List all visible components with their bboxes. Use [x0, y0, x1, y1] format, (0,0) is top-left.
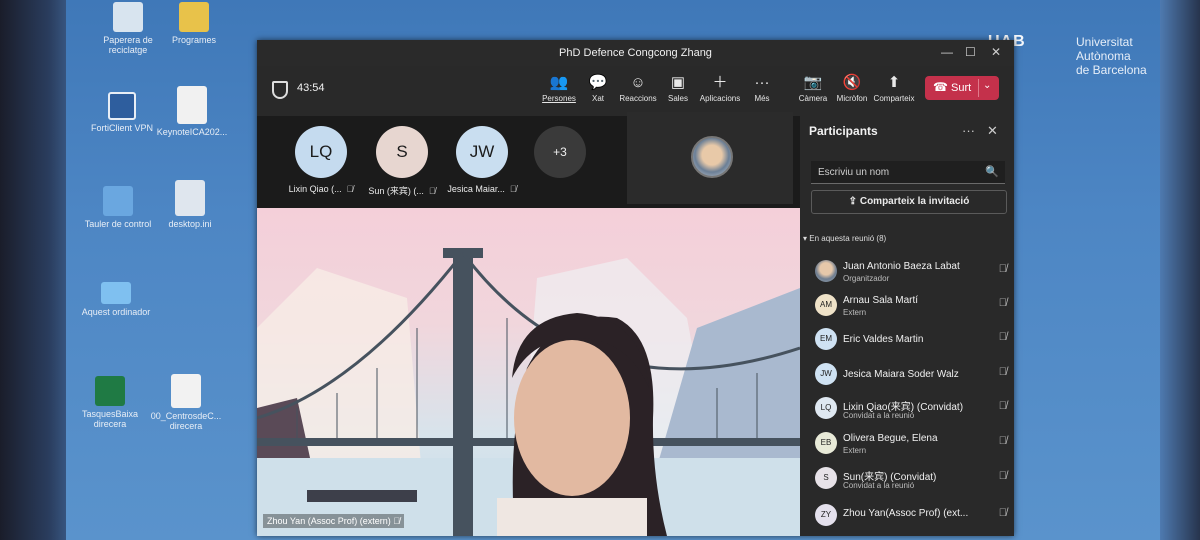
- chevron-down-icon: ▾: [803, 234, 808, 243]
- mic-off-icon: 🎙̸: [998, 366, 1007, 378]
- self-view-tile[interactable]: [627, 112, 793, 204]
- participant-row[interactable]: EM Eric Valdes Martin 🎙̸: [815, 324, 1010, 358]
- university-logo: UAB Universitat Autònoma de Barcelona: [988, 34, 1147, 78]
- mic-off-icon: 🎙̸: [998, 435, 1007, 447]
- gallery-overflow[interactable]: +3: [517, 126, 603, 178]
- share-button[interactable]: ⬆ Comparteix: [867, 74, 921, 103]
- maximize-icon[interactable]: ☐: [965, 45, 976, 59]
- mic-off-icon: 🎙̸: [998, 400, 1007, 412]
- avatar: S: [376, 126, 428, 178]
- more-icon: ···: [754, 74, 770, 91]
- control-panel-icon[interactable]: Tauler de control: [78, 186, 158, 229]
- search-participants-input[interactable]: Escriviu un nom 🔍: [811, 161, 1005, 184]
- participant-row[interactable]: JW Jesica Maiara Soder Walz 🎙̸: [815, 359, 1010, 393]
- avatar: EB: [815, 432, 837, 454]
- panel-title: Participants: [809, 124, 878, 138]
- avatar: ZY: [815, 504, 837, 526]
- avatar: JW: [815, 363, 837, 385]
- mic-off-icon: 🎙̸: [509, 184, 517, 194]
- overflow-count: +3: [534, 126, 586, 178]
- participant-row[interactable]: Juan Antonio Baeza Labat Organitzador 🎙̸: [815, 256, 1010, 290]
- avatar: S: [815, 467, 837, 489]
- avatar: LQ: [295, 126, 347, 178]
- hang-up-icon: ☎: [933, 80, 948, 94]
- document-file-icon[interactable]: 00_CentrosdeC... direcera: [146, 374, 226, 431]
- search-icon: 🔍: [985, 166, 999, 178]
- more-options-icon[interactable]: ···: [962, 123, 975, 138]
- meeting-timer: 43:54: [297, 82, 325, 94]
- keynote-file-icon[interactable]: KeynoteICA202...: [152, 86, 232, 137]
- chevron-down-icon[interactable]: ⌄: [983, 80, 991, 91]
- avatar: LQ: [815, 397, 837, 419]
- share-invite-button[interactable]: ⇪ Comparteix la invitació: [811, 190, 1007, 214]
- participant-row[interactable]: LQ Lixin Qiao(来宾) (Convidat) Convidat a …: [815, 393, 1010, 427]
- window-title: PhD Defence Congcong Zhang: [559, 47, 712, 59]
- mic-off-icon: 🎙̸: [998, 297, 1007, 309]
- shield-icon: [272, 81, 288, 99]
- share-icon: ⇪: [848, 196, 858, 207]
- meeting-window: PhD Defence Congcong Zhang — ☐ ✕ 43:54 👥…: [257, 40, 1014, 536]
- participant-row[interactable]: S Sun(来宾) (Convidat) Convidat a la reuni…: [815, 463, 1010, 497]
- mic-off-icon: 🎙̸: [346, 184, 354, 194]
- programs-folder-icon[interactable]: Programes: [154, 2, 234, 45]
- excel-file-icon[interactable]: TasquesBaixa direcera: [70, 376, 150, 429]
- mic-off-icon: 🎙̸: [393, 516, 400, 526]
- close-panel-icon[interactable]: ✕: [987, 123, 998, 139]
- meeting-toolbar: 43:54 👥 Persones 💬 Xat ☺ Reaccions ▣ Sal…: [257, 66, 1014, 116]
- forticlient-vpn-icon[interactable]: FortiClient VPN: [82, 92, 162, 133]
- speaker-video: Zhou Yan (Assoc Prof) (extern) 🎙̸: [257, 208, 800, 536]
- minimize-icon[interactable]: —: [941, 45, 953, 59]
- mic-off-icon: 🎙̸: [998, 331, 1007, 343]
- laptop-bezel-right: [1160, 0, 1200, 540]
- mic-off-icon: 🎙̸: [428, 186, 436, 196]
- window-titlebar: PhD Defence Congcong Zhang — ☐ ✕: [257, 40, 1014, 66]
- mic-off-icon: 🎙̸: [998, 263, 1007, 275]
- leave-button[interactable]: ☎ Surt ⌄: [925, 76, 999, 100]
- background-illustration: [257, 248, 800, 536]
- participant-row[interactable]: EB Olivera Begue, Elena Extern 🎙̸: [815, 428, 1010, 462]
- in-meeting-section-toggle[interactable]: ▾ En aquesta reunió (8): [803, 234, 886, 243]
- avatar: EM: [815, 328, 837, 350]
- this-pc-icon[interactable]: Aquest ordinador: [76, 282, 156, 317]
- laptop-bezel-left: [0, 0, 70, 540]
- gallery-tile-s[interactable]: S Sun (来宾) (... 🎙̸: [359, 126, 445, 197]
- speaker-name-label: Zhou Yan (Assoc Prof) (extern) 🎙̸: [263, 514, 404, 528]
- mic-off-icon: 🎙̸: [998, 470, 1007, 482]
- gallery-tile-jw[interactable]: JW Jesica Maiar... 🎙̸: [439, 126, 525, 194]
- share-screen-icon: ⬆: [887, 74, 901, 91]
- participant-row[interactable]: AM Arnau Sala Martí Extern 🎙̸: [815, 290, 1010, 324]
- participants-panel: Participants ··· ✕ Escriviu un nom 🔍 ⇪ C…: [800, 116, 1014, 536]
- more-button[interactable]: ··· Més: [735, 74, 789, 103]
- avatar: AM: [815, 294, 837, 316]
- avatar: JW: [456, 126, 508, 178]
- desktop-ini-icon[interactable]: desktop.ini: [150, 180, 230, 229]
- participant-row[interactable]: ZY Zhou Yan(Assoc Prof) (ext... 🎙̸: [815, 500, 1010, 534]
- self-video-thumbnail: [691, 136, 733, 178]
- mic-off-icon: 🎙̸: [998, 507, 1007, 519]
- close-window-icon[interactable]: ✕: [991, 45, 1001, 59]
- gallery-tile-lq[interactable]: LQ Lixin Qiao (... 🎙̸: [278, 126, 364, 194]
- avatar: [815, 260, 837, 282]
